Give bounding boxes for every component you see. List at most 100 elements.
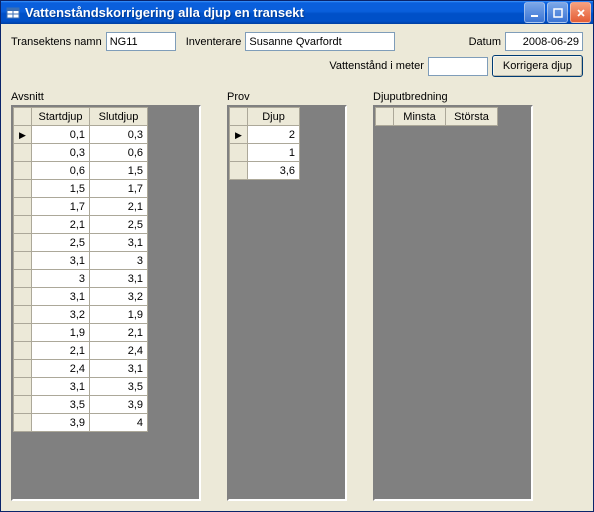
table-row[interactable]: 2,12,5 xyxy=(14,216,148,234)
table-row[interactable]: 3,21,9 xyxy=(14,306,148,324)
cell[interactable]: 3,9 xyxy=(90,396,148,414)
column-header[interactable]: Startdjup xyxy=(32,108,90,126)
grid-corner xyxy=(14,108,32,126)
cell[interactable]: 0,1 xyxy=(32,126,90,144)
djuput-panel: Djuputbredning MinstaStörsta xyxy=(373,91,533,501)
cell[interactable]: 4 xyxy=(90,414,148,432)
column-header[interactable]: Slutdjup xyxy=(90,108,148,126)
table-row[interactable]: 1,51,7 xyxy=(14,180,148,198)
cell[interactable]: 0,6 xyxy=(90,144,148,162)
row-header[interactable] xyxy=(14,126,32,144)
date-field[interactable] xyxy=(505,32,583,51)
cell[interactable]: 3,1 xyxy=(32,378,90,396)
cell[interactable]: 2,4 xyxy=(32,360,90,378)
row-header[interactable] xyxy=(14,396,32,414)
row-header[interactable] xyxy=(14,414,32,432)
minimize-button[interactable] xyxy=(524,2,545,23)
table-row[interactable]: 3,94 xyxy=(14,414,148,432)
cell[interactable]: 1,5 xyxy=(90,162,148,180)
row-header[interactable] xyxy=(14,324,32,342)
row-header[interactable] xyxy=(14,162,32,180)
column-header[interactable]: Djup xyxy=(248,108,300,126)
date-label: Datum xyxy=(469,36,501,48)
cell[interactable]: 2,1 xyxy=(32,342,90,360)
cell[interactable]: 3,2 xyxy=(90,288,148,306)
row-header[interactable] xyxy=(14,342,32,360)
cell[interactable]: 3,6 xyxy=(248,162,300,180)
row-header[interactable] xyxy=(14,180,32,198)
cell[interactable]: 3,9 xyxy=(32,414,90,432)
correct-depth-button[interactable]: Korrigera djup xyxy=(492,55,583,77)
table-row[interactable]: 1 xyxy=(230,144,300,162)
titlebar: Vattenståndskorrigering alla djup en tra… xyxy=(1,1,593,24)
table-row[interactable]: 3,13 xyxy=(14,252,148,270)
cell[interactable]: 3,1 xyxy=(90,234,148,252)
table-row[interactable]: 2,53,1 xyxy=(14,234,148,252)
prov-panel: Prov Djup213,6 xyxy=(227,91,347,501)
cell[interactable]: 3 xyxy=(32,270,90,288)
avsnitt-grid-container: StartdjupSlutdjup0,10,30,30,60,61,51,51,… xyxy=(11,105,201,501)
cell[interactable]: 3,1 xyxy=(32,288,90,306)
cell[interactable]: 1 xyxy=(248,144,300,162)
row-header[interactable] xyxy=(14,234,32,252)
cell[interactable]: 1,7 xyxy=(90,180,148,198)
row-header[interactable] xyxy=(14,270,32,288)
table-row[interactable]: 0,10,3 xyxy=(14,126,148,144)
column-header[interactable]: Största xyxy=(446,108,498,126)
cell[interactable]: 2,5 xyxy=(32,234,90,252)
cell[interactable]: 2,4 xyxy=(90,342,148,360)
row-header[interactable] xyxy=(230,144,248,162)
cell[interactable]: 3,1 xyxy=(90,270,148,288)
table-row[interactable]: 2 xyxy=(230,126,300,144)
close-button[interactable] xyxy=(570,2,591,23)
cell[interactable]: 3,5 xyxy=(32,396,90,414)
cell[interactable]: 3,1 xyxy=(90,360,148,378)
prov-grid[interactable]: Djup213,6 xyxy=(229,107,300,180)
avsnitt-grid[interactable]: StartdjupSlutdjup0,10,30,30,60,61,51,51,… xyxy=(13,107,148,432)
table-row[interactable]: 3,6 xyxy=(230,162,300,180)
table-row[interactable]: 2,43,1 xyxy=(14,360,148,378)
transect-name-field[interactable] xyxy=(106,32,176,51)
cell[interactable]: 3,2 xyxy=(32,306,90,324)
table-row[interactable]: 3,13,5 xyxy=(14,378,148,396)
table-row[interactable]: 3,53,9 xyxy=(14,396,148,414)
cell[interactable]: 2 xyxy=(248,126,300,144)
cell[interactable]: 0,3 xyxy=(90,126,148,144)
cell[interactable]: 2,5 xyxy=(90,216,148,234)
window: Vattenståndskorrigering alla djup en tra… xyxy=(0,0,594,512)
row-header[interactable] xyxy=(14,252,32,270)
row-header[interactable] xyxy=(14,198,32,216)
waterlevel-input[interactable] xyxy=(428,57,488,76)
cell[interactable]: 1,5 xyxy=(32,180,90,198)
table-row[interactable]: 0,61,5 xyxy=(14,162,148,180)
row-header[interactable] xyxy=(14,306,32,324)
inventory-field[interactable] xyxy=(245,32,395,51)
cell[interactable]: 1,7 xyxy=(32,198,90,216)
table-row[interactable]: 3,13,2 xyxy=(14,288,148,306)
cell[interactable]: 2,1 xyxy=(32,216,90,234)
cell[interactable]: 2,1 xyxy=(90,324,148,342)
cell[interactable]: 3,1 xyxy=(32,252,90,270)
row-header[interactable] xyxy=(14,144,32,162)
table-row[interactable]: 2,12,4 xyxy=(14,342,148,360)
cell[interactable]: 3,5 xyxy=(90,378,148,396)
row-header[interactable] xyxy=(230,126,248,144)
cell[interactable]: 1,9 xyxy=(32,324,90,342)
maximize-button[interactable] xyxy=(547,2,568,23)
row-header[interactable] xyxy=(14,378,32,396)
column-header[interactable]: Minsta xyxy=(394,108,446,126)
table-row[interactable]: 0,30,6 xyxy=(14,144,148,162)
table-row[interactable]: 33,1 xyxy=(14,270,148,288)
row-header[interactable] xyxy=(14,216,32,234)
table-row[interactable]: 1,72,1 xyxy=(14,198,148,216)
cell[interactable]: 0,3 xyxy=(32,144,90,162)
row-header[interactable] xyxy=(14,360,32,378)
cell[interactable]: 1,9 xyxy=(90,306,148,324)
cell[interactable]: 3 xyxy=(90,252,148,270)
table-row[interactable]: 1,92,1 xyxy=(14,324,148,342)
row-header[interactable] xyxy=(230,162,248,180)
djuput-grid[interactable]: MinstaStörsta xyxy=(375,107,498,126)
cell[interactable]: 2,1 xyxy=(90,198,148,216)
row-header[interactable] xyxy=(14,288,32,306)
cell[interactable]: 0,6 xyxy=(32,162,90,180)
